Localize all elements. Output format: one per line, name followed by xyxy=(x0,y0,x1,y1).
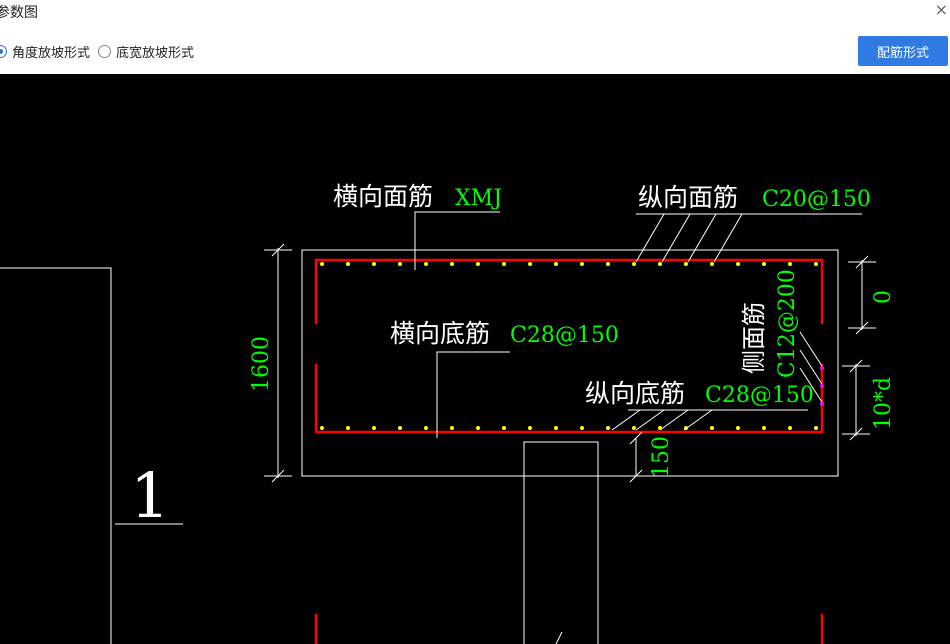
label-bottom-transverse: 横向底筋 xyxy=(390,319,490,348)
rebar-point xyxy=(424,426,428,430)
rebar-point xyxy=(762,262,766,266)
rebar-point xyxy=(528,262,532,266)
dim-height: 1600 xyxy=(249,336,274,392)
drawing-canvas: 1 横向面筋 XMJ 纵向面筋 C20@150 横向底筋 C28@150 纵向底… xyxy=(0,74,950,644)
rebar-point xyxy=(346,262,350,266)
radio-angle-slope[interactable]: 角度放坡形式 xyxy=(0,42,90,61)
leader-bottom-longitudinal xyxy=(611,409,808,431)
dim-top-value: 0 xyxy=(871,290,896,304)
label-top-longitudinal: 纵向面筋 xyxy=(638,183,738,212)
bottom-rebar-points xyxy=(320,426,818,430)
value-bottom-longitudinal: C28@150 xyxy=(705,383,814,408)
radio-unchecked-icon[interactable] xyxy=(98,45,112,58)
rebar-point xyxy=(814,262,818,266)
rebar-point xyxy=(372,262,376,266)
window-title: 参数图 xyxy=(0,5,38,21)
dim-bottom-lines xyxy=(629,431,643,483)
leader-top-transverse xyxy=(414,211,500,270)
rebar-point xyxy=(632,262,636,266)
radio-width-slope-label: 底宽放坡形式 xyxy=(116,46,195,61)
rebar-point xyxy=(372,426,376,430)
dim-side-value: 10*d xyxy=(871,377,896,430)
left-column-outline xyxy=(0,267,112,644)
partial-mark xyxy=(555,631,563,644)
rebar-point xyxy=(320,262,324,266)
close-icon[interactable]: × xyxy=(935,0,948,19)
dim-top: 0 xyxy=(871,290,896,304)
rebar-point xyxy=(632,426,636,430)
rebar-point xyxy=(450,262,454,266)
title-bar: 参数图 × xyxy=(0,0,950,26)
leader-bottom-transverse xyxy=(436,351,510,438)
column-outline xyxy=(523,441,599,644)
rebar-point xyxy=(736,262,740,266)
rebar-point xyxy=(320,426,324,430)
label-side: 侧面筋 xyxy=(740,302,768,374)
dim-bottom-value: 150 xyxy=(649,436,674,478)
rebar-point xyxy=(580,262,584,266)
rebar-point xyxy=(788,426,792,430)
radio-angle-slope-label: 角度放坡形式 xyxy=(12,46,91,61)
rebar-point xyxy=(398,426,402,430)
radio-checked-icon[interactable] xyxy=(0,45,7,58)
leader-top-longitudinal xyxy=(635,213,862,263)
rebar-form-button[interactable]: 配筋形式 xyxy=(858,36,948,66)
value-side: C12@200 xyxy=(775,269,800,378)
parameter-drawing: 1 横向面筋 XMJ 纵向面筋 C20@150 横向底筋 C28@150 纵向底… xyxy=(0,182,896,644)
rebar-point xyxy=(606,426,610,430)
side-rebar-annotation: 侧面筋 xyxy=(740,302,768,374)
label-bottom-longitudinal: 纵向底筋 xyxy=(585,379,685,408)
rebar-point xyxy=(684,262,688,266)
rebar-point xyxy=(736,426,740,430)
rebar-point xyxy=(762,426,766,430)
rebar-point xyxy=(814,426,818,430)
rebar-point xyxy=(528,426,532,430)
label-top-transverse: 横向面筋 xyxy=(333,182,433,211)
rebar-point xyxy=(502,426,506,430)
dim-bottom: 150 xyxy=(649,436,674,478)
rebar-point xyxy=(606,262,610,266)
radio-width-slope[interactable]: 底宽放坡形式 xyxy=(98,42,194,61)
dim-side: 10*d xyxy=(871,377,896,430)
rebar-point xyxy=(346,426,350,430)
option-bar: 角度放坡形式 底宽放坡形式 配筋形式 xyxy=(0,26,950,74)
rebar-point xyxy=(554,262,558,266)
rebar-point xyxy=(788,262,792,266)
rebar-point xyxy=(710,426,714,430)
rebar-point xyxy=(554,426,558,430)
dim-side-lines xyxy=(842,359,870,441)
value-bottom-transverse: C28@150 xyxy=(510,323,619,348)
rebar-point xyxy=(476,426,480,430)
rebar-point xyxy=(424,262,428,266)
rebar-point xyxy=(398,262,402,266)
value-top-transverse: XMJ xyxy=(455,186,502,211)
slope-form-radio-group: 角度放坡形式 底宽放坡形式 xyxy=(0,42,202,61)
top-rebar-points xyxy=(320,262,818,266)
rebar-point xyxy=(502,262,506,266)
side-rebar-value: C12@200 xyxy=(775,269,800,378)
rebar-point xyxy=(450,426,454,430)
rebar-point xyxy=(710,262,714,266)
value-top-longitudinal: C20@150 xyxy=(762,187,871,212)
section-mark: 1 xyxy=(130,459,169,532)
rebar-point xyxy=(580,426,584,430)
rebar-point xyxy=(476,262,480,266)
rebar-point xyxy=(658,262,662,266)
dim-height-value: 1600 xyxy=(249,336,274,392)
